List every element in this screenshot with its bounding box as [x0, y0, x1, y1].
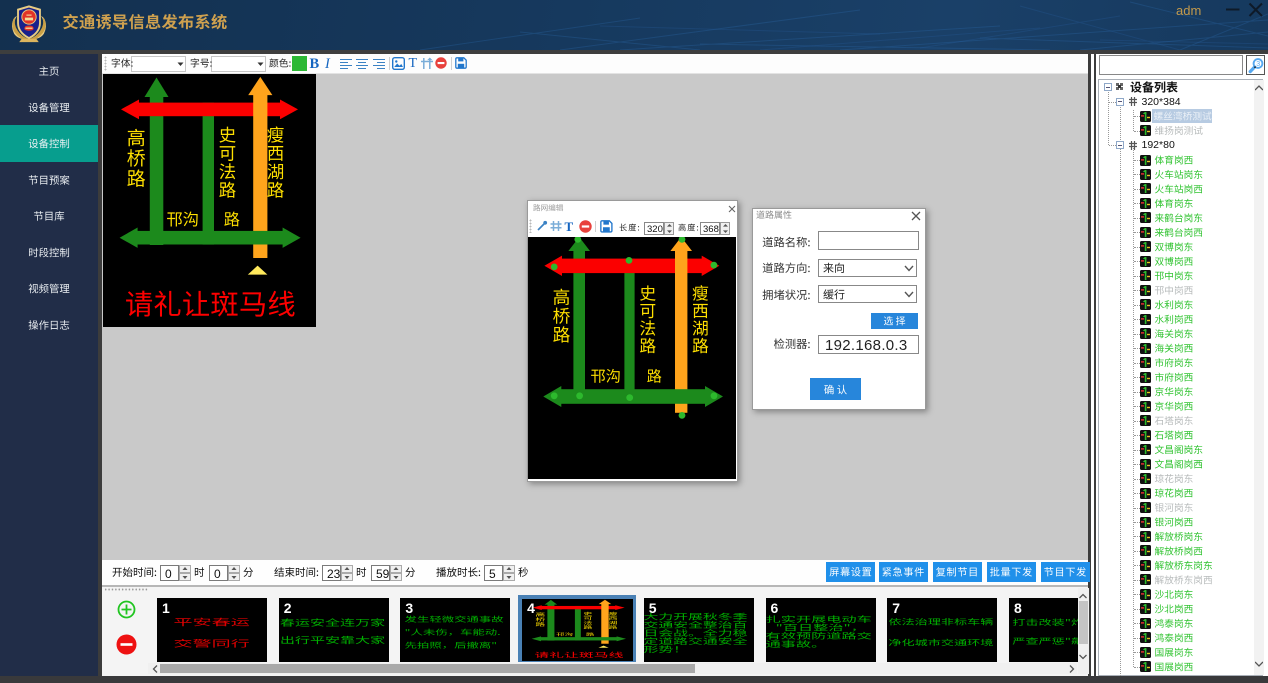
svg-text:3: 3 [1256, 61, 1260, 68]
